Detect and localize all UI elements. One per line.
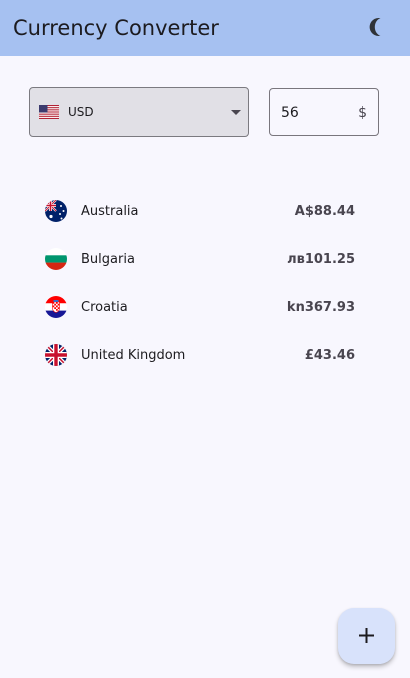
rate-row-croatia[interactable]: Croatia kn367.93 (29, 284, 379, 332)
app-bar: Currency Converter (0, 0, 410, 56)
rate-country-name: Australia (81, 204, 139, 219)
rate-row-united-kingdom[interactable]: United Kingdom £43.46 (29, 332, 379, 380)
rate-country-name: Bulgaria (81, 252, 135, 267)
croatia-flag-icon (45, 296, 67, 318)
rate-list: Australia A$88.44 Bulgaria лв101.25 Croa… (29, 188, 379, 380)
selected-currency-code: USD (68, 105, 94, 119)
uk-flag-icon (45, 344, 67, 366)
dropdown-caret-icon (231, 110, 241, 115)
add-currency-button[interactable] (338, 608, 395, 664)
moon-icon[interactable] (366, 16, 388, 38)
rate-country-name: United Kingdom (81, 348, 186, 363)
amount-field[interactable]: $ (269, 88, 379, 136)
rate-value: £43.46 (304, 348, 355, 363)
rate-country-name: Croatia (81, 300, 128, 315)
amount-input[interactable] (281, 102, 341, 124)
currency-select[interactable]: USD (29, 87, 249, 137)
us-flag-icon (39, 105, 59, 119)
app-title: Currency Converter (13, 16, 219, 40)
rate-value: лв101.25 (287, 252, 355, 267)
amount-currency-symbol: $ (358, 105, 367, 121)
bulgaria-flag-icon (45, 248, 67, 270)
rate-row-australia[interactable]: Australia A$88.44 (29, 188, 379, 236)
rate-value: kn367.93 (286, 300, 355, 315)
rate-value: A$88.44 (294, 204, 355, 219)
australia-flag-icon (45, 200, 67, 222)
plus-icon (358, 627, 375, 644)
rate-row-bulgaria[interactable]: Bulgaria лв101.25 (29, 236, 379, 284)
